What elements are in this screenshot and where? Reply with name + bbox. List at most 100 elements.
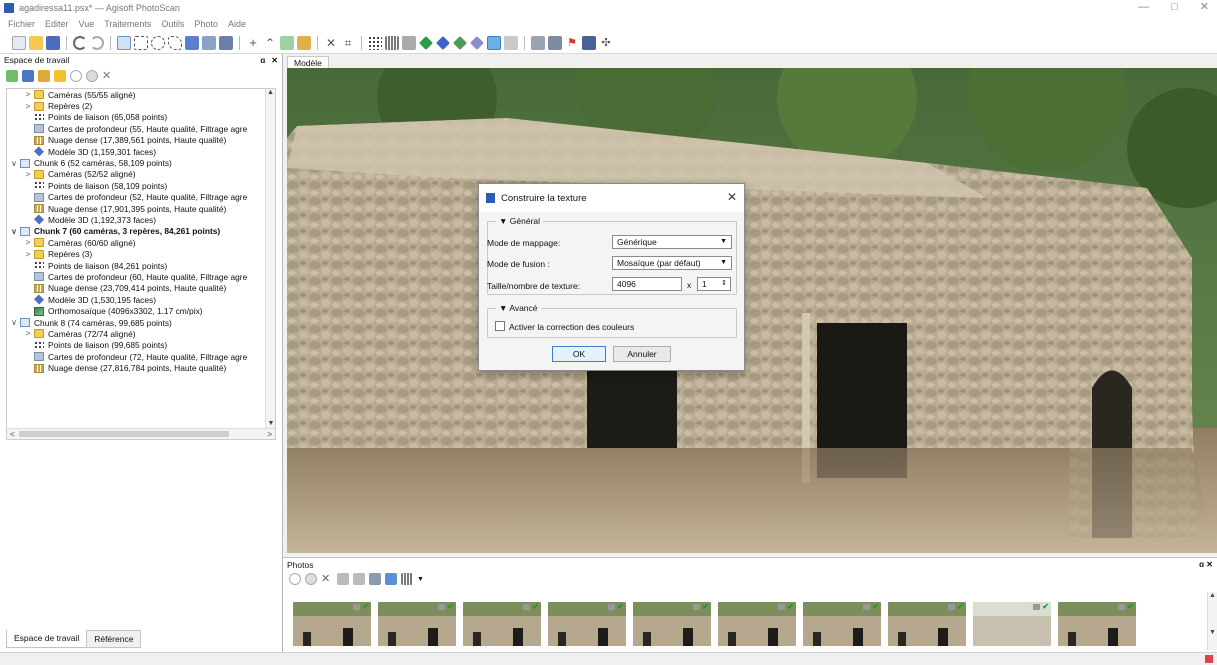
- dem-view-icon[interactable]: [504, 35, 518, 50]
- collapse-arrow-icon[interactable]: ∨: [9, 227, 19, 236]
- remove-camera-icon[interactable]: ✕: [321, 573, 333, 585]
- photo-thumbnail[interactable]: ✔: [1058, 602, 1136, 646]
- ok-button[interactable]: OK: [552, 346, 606, 362]
- photo-thumbnail[interactable]: ✔: [633, 602, 711, 646]
- delete-selection-icon[interactable]: ✕: [324, 36, 338, 50]
- menu-photo[interactable]: Photo: [194, 19, 218, 29]
- remove-item-icon[interactable]: ✕: [102, 70, 114, 82]
- expand-arrow-icon[interactable]: >: [23, 329, 33, 338]
- menu-traitements[interactable]: Traitements: [104, 19, 151, 29]
- reset-filter-icon[interactable]: [369, 573, 381, 585]
- spinner-arrows-icon[interactable]: ⇕: [721, 278, 727, 290]
- open-folder-icon[interactable]: [29, 35, 43, 50]
- show-cameras-icon[interactable]: [531, 35, 545, 50]
- chevron-down-icon[interactable]: ▼: [417, 576, 424, 583]
- photo-thumbnail[interactable]: ✔: [378, 602, 456, 646]
- model-textured-icon[interactable]: [453, 35, 467, 50]
- rotate-object-icon[interactable]: [219, 35, 233, 50]
- close-panel-icon[interactable]: ✕: [271, 56, 278, 65]
- menu-fichier[interactable]: Fichier: [8, 19, 35, 29]
- tree-item[interactable]: Points de liaison (99,685 points): [7, 340, 275, 351]
- tree-item[interactable]: Points de liaison (58,109 points): [7, 180, 275, 191]
- view-mode-icon[interactable]: [401, 573, 413, 585]
- photos-scrollbar[interactable]: ▲ ▼: [1207, 592, 1217, 650]
- new-file-icon[interactable]: [12, 35, 26, 50]
- tree-item[interactable]: ∨ Chunk 8 (74 caméras, 99,685 points): [7, 317, 275, 328]
- photo-thumbnail[interactable]: ✔: [463, 602, 541, 646]
- filter-photos-icon[interactable]: [385, 573, 397, 585]
- photo-thumbnail[interactable]: ✔: [888, 602, 966, 646]
- menu-outils[interactable]: Outils: [161, 19, 184, 29]
- add-photos-icon[interactable]: [22, 69, 34, 82]
- collapse-arrow-icon[interactable]: ∨: [9, 318, 19, 327]
- tree-item[interactable]: Orthomosaïque (4096x3302, 1.17 cm/pix): [7, 305, 275, 316]
- enable-icon[interactable]: [70, 69, 82, 82]
- menu-aide[interactable]: Aide: [228, 19, 246, 29]
- photo-thumbnail[interactable]: ✔: [548, 602, 626, 646]
- scroll-thumb[interactable]: [19, 431, 229, 437]
- tree-item[interactable]: Cartes de profondeur (52, Haute qualité,…: [7, 192, 275, 203]
- tree-item[interactable]: > Caméras (72/74 aligné): [7, 328, 275, 339]
- general-group-title[interactable]: ▼ Général: [496, 216, 544, 226]
- tree-item[interactable]: > Caméras (60/60 aligné): [7, 237, 275, 248]
- disable-icon[interactable]: [86, 69, 98, 82]
- dense-cloud-view-icon[interactable]: [385, 35, 399, 50]
- tree-item[interactable]: ∨ Chunk 6 (52 caméras, 58,109 points): [7, 157, 275, 168]
- tree-item[interactable]: Nuage dense (23,709,414 points, Haute qu…: [7, 283, 275, 294]
- color-correction-checkbox[interactable]: [495, 321, 505, 331]
- redo-icon[interactable]: [90, 35, 104, 50]
- scroll-right-icon[interactable]: >: [267, 430, 272, 439]
- texture-count-spinbox[interactable]: 1 ⇕: [697, 277, 731, 291]
- tab-workspace[interactable]: Espace de travail: [6, 630, 88, 648]
- depth-maps-view-icon[interactable]: [402, 35, 416, 50]
- photo-thumbnail[interactable]: ✔: [293, 602, 371, 646]
- ruler-icon[interactable]: +: [246, 35, 260, 50]
- float-panel-icon[interactable]: ɑ: [1199, 560, 1204, 569]
- save-icon[interactable]: [46, 35, 60, 50]
- photo-thumbnail[interactable]: ✔: [718, 602, 796, 646]
- disable-camera-icon[interactable]: [305, 573, 317, 585]
- enable-camera-icon[interactable]: [289, 573, 301, 585]
- tree-item[interactable]: Modèle 3D (1,192,373 faces): [7, 214, 275, 226]
- collapse-arrow-icon[interactable]: ∨: [9, 159, 19, 168]
- photo-thumbnail[interactable]: ✔: [803, 602, 881, 646]
- tree-item[interactable]: Nuage dense (17,389,561 points, Haute qu…: [7, 135, 275, 146]
- tree-vertical-scrollbar[interactable]: ▲ ▼: [265, 89, 275, 429]
- tree-item[interactable]: Points de liaison (65,058 points): [7, 112, 275, 123]
- resize-region-icon[interactable]: [185, 35, 199, 50]
- rotate-left-icon[interactable]: [337, 573, 349, 585]
- tree-item[interactable]: Nuage dense (27,816,784 points, Haute qu…: [7, 362, 275, 373]
- add-chunk-icon[interactable]: [6, 69, 18, 82]
- model-solid-icon[interactable]: [436, 35, 450, 50]
- tree-item[interactable]: ∨ Chunk 7 (60 caméras, 3 repères, 84,261 …: [7, 226, 275, 237]
- blending-mode-select[interactable]: Mosaïque (par défaut) ▼: [612, 256, 732, 270]
- tree-horizontal-scrollbar[interactable]: < >: [7, 428, 275, 439]
- show-shapes-icon[interactable]: [548, 35, 562, 50]
- tree-item[interactable]: Nuage dense (17,901,395 points, Haute qu…: [7, 203, 275, 214]
- scroll-up-icon[interactable]: ▲: [1208, 592, 1217, 599]
- tree-item[interactable]: > Repères (3): [7, 248, 275, 259]
- free-select-icon[interactable]: [168, 35, 182, 50]
- scroll-down-icon[interactable]: ▼: [266, 420, 275, 427]
- rotate-right-icon[interactable]: [353, 573, 365, 585]
- minimize-button[interactable]: —: [1138, 0, 1149, 14]
- model-shaded-icon[interactable]: [419, 35, 433, 50]
- tiled-model-icon[interactable]: [487, 35, 501, 50]
- rectangle-select-icon[interactable]: [134, 35, 148, 50]
- tie-points-view-icon[interactable]: [368, 35, 382, 50]
- tree-item[interactable]: > Caméras (52/52 aligné): [7, 169, 275, 180]
- expand-arrow-icon[interactable]: >: [23, 250, 33, 259]
- mapping-mode-select[interactable]: Générique ▼: [612, 235, 732, 249]
- crop-selection-icon[interactable]: ⌗: [341, 36, 355, 50]
- show-region-icon[interactable]: [582, 35, 596, 50]
- model-wireframe-icon[interactable]: [470, 35, 484, 50]
- close-button[interactable]: ✕: [1200, 0, 1209, 14]
- scroll-left-icon[interactable]: <: [10, 430, 15, 439]
- float-panel-icon[interactable]: ɑ: [260, 56, 265, 65]
- shape-icon[interactable]: ⌃: [263, 36, 277, 50]
- merge-chunks-icon[interactable]: [54, 69, 66, 82]
- draw-polyline-icon[interactable]: [297, 35, 311, 50]
- dialog-close-icon[interactable]: ✕: [727, 190, 737, 204]
- tree-item[interactable]: Modèle 3D (1,159,301 faces): [7, 146, 275, 157]
- texture-size-input[interactable]: 4096: [612, 277, 682, 291]
